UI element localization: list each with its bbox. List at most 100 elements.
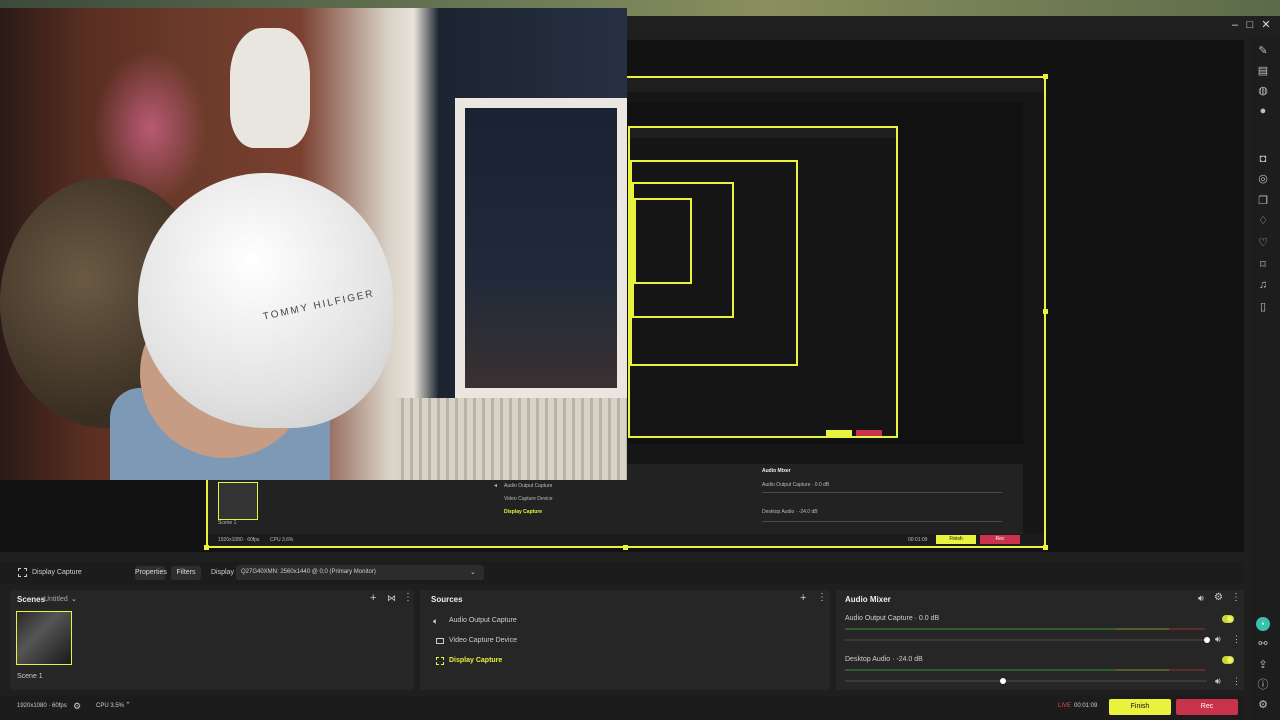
nested-finish: Finish <box>936 535 976 544</box>
mixer-channel-2-label: Desktop Audio · -24.0 dB <box>845 656 923 663</box>
copy-icon[interactable]: ❐ <box>1256 194 1270 208</box>
mixer-channel-1-knob[interactable] <box>1204 637 1210 643</box>
resize-handle-bl[interactable] <box>204 545 209 550</box>
resize-handle-tr[interactable] <box>1043 74 1048 79</box>
mixer-channel-2-meter <box>845 669 1205 671</box>
nested-mixer-item-2: Desktop Audio · -24.0 dB <box>762 509 818 515</box>
mixer-channel-1-meter <box>845 628 1205 630</box>
nested-mixer-title: Audio Mixer <box>762 468 791 474</box>
mixer-channel-1-toggle[interactable] <box>1222 615 1234 623</box>
chevron-up-icon[interactable]: ⌃ <box>125 701 131 709</box>
chat-icon[interactable]: ◍ <box>1256 84 1270 98</box>
chevron-down-icon: ⌄ <box>470 569 476 576</box>
minimize-button[interactable]: – <box>1228 18 1242 32</box>
mixer-channel-1-slider[interactable] <box>845 639 1207 641</box>
properties-button[interactable]: Properties <box>135 566 167 580</box>
scenes-title: Scenes <box>17 595 46 604</box>
theme-icon[interactable]: ♢ <box>1256 214 1270 228</box>
settings-gear-icon[interactable]: ⚙ <box>73 701 81 712</box>
source-item-video-capture[interactable]: Video Capture Device <box>449 637 517 644</box>
nested-rec: Rec <box>980 535 1020 544</box>
transition-icon[interactable]: ⋈ <box>387 593 396 604</box>
info-icon[interactable]: ⓘ <box>1256 678 1270 692</box>
nested-sidebar <box>1030 102 1042 442</box>
mixer-channel-2-menu-icon[interactable]: ⋮ <box>1232 676 1241 687</box>
sources-menu-icon[interactable]: ⋮ <box>817 592 827 603</box>
notification-icon[interactable]: ● <box>1256 104 1270 118</box>
nested-source-2: Video Capture Device <box>504 496 553 502</box>
scene-thumbnail[interactable] <box>16 611 72 665</box>
camera-shot-icon[interactable]: ◘ <box>1256 152 1270 166</box>
nested-canvas-4 <box>634 198 692 284</box>
nested-rec-1 <box>856 430 882 436</box>
battery-icon[interactable]: ▯ <box>1256 300 1270 314</box>
nested-source-3: Display Capture <box>504 509 543 515</box>
mixer-volume-icon[interactable]: 🔊︎ <box>1198 593 1204 604</box>
status-resolution: 1920x1080 · 60fps <box>17 703 67 709</box>
nested-source-1: Audio Output Capture <box>504 483 553 489</box>
resize-handle-b[interactable] <box>623 545 628 550</box>
network-icon[interactable]: ⚯ <box>1256 637 1270 651</box>
close-button[interactable]: ✕ <box>1259 18 1273 32</box>
rec-button[interactable]: Rec <box>1176 699 1238 715</box>
filters-button[interactable]: Filters <box>171 566 201 580</box>
cam-beanie <box>230 28 310 148</box>
maximize-button[interactable]: □ <box>1243 18 1257 32</box>
scene-label[interactable]: Scene 1 <box>17 673 43 680</box>
nested-mixer-item-1: Audio Output Capture · 0.0 dB <box>762 482 830 488</box>
nested-canvas-3 <box>632 182 734 318</box>
nested-timer: 00:01:09 <box>908 537 928 543</box>
mixer-channel-1-menu-icon[interactable]: ⋮ <box>1232 634 1241 645</box>
cam-radiator <box>395 398 627 480</box>
paintbrush-icon[interactable]: ✎ <box>1256 44 1270 58</box>
globe-icon[interactable]: ◎ <box>1256 172 1270 186</box>
nested-scene-label: Scene 1 <box>218 520 237 526</box>
mixer-channel-2-speaker-icon[interactable]: 🔊︎ <box>1215 676 1221 687</box>
nested-status-1 <box>630 428 896 438</box>
gear-icon[interactable]: ⚙ <box>1214 592 1223 603</box>
cam-window <box>455 98 627 398</box>
share-icon[interactable]: ⇪ <box>1256 658 1270 672</box>
nested-cpu: CPU 3.6% <box>270 537 294 543</box>
audio-mixer-title: Audio Mixer <box>845 595 891 604</box>
mixer-menu-icon[interactable]: ⋮ <box>1231 592 1241 603</box>
layout-icon[interactable]: ▤ <box>1256 64 1270 78</box>
finish-button[interactable]: Finish <box>1109 699 1171 715</box>
display-select-value: Q27G40XMN: 2560x1440 @ 0,0 (Primary Moni… <box>241 569 376 575</box>
nested-canvas-1 <box>628 126 898 438</box>
mixer-channel-2-toggle[interactable] <box>1222 656 1234 664</box>
chevron-down-icon[interactable]: ⌄ <box>71 595 77 603</box>
source-item-audio-output[interactable]: Audio Output Capture <box>449 617 517 624</box>
mixer-channel-1-label: Audio Output Capture · 0.0 dB <box>845 615 940 622</box>
display-icon <box>436 657 444 665</box>
source-item-display-capture[interactable]: Display Capture <box>449 657 502 664</box>
tag-icon[interactable]: ⌑ <box>1256 258 1270 272</box>
music-icon[interactable]: ♫ <box>1256 278 1270 292</box>
resize-handle-r[interactable] <box>1043 309 1048 314</box>
camera-icon <box>436 638 444 644</box>
scenes-menu-icon[interactable]: ⋮ <box>403 592 413 603</box>
mixer-channel-2-knob[interactable] <box>1000 678 1006 684</box>
display-select[interactable]: Q27G40XMN: 2560x1440 @ 0,0 (Primary Moni… <box>236 565 484 580</box>
webcam-feed[interactable]: TOMMY HILFIGER <box>0 8 627 480</box>
nested-titlebar-1 <box>630 128 896 138</box>
app-logo-icon[interactable]: ● <box>1256 617 1270 631</box>
context-source-name: Display Capture <box>32 569 82 576</box>
stream-timer: 00:01:09 <box>1074 703 1098 709</box>
nested-speaker-icon: ◂ <box>494 483 498 489</box>
display-label: Display <box>211 569 234 576</box>
mixer-channel-1-speaker-icon[interactable]: 🔊︎ <box>1215 634 1221 645</box>
nested-canvas-2 <box>630 160 798 366</box>
status-cpu: CPU 3.5% <box>96 703 125 709</box>
scene-collection-select[interactable]: Untitled <box>44 596 68 603</box>
display-capture-icon <box>18 568 27 577</box>
add-source-icon[interactable]: + <box>800 592 806 604</box>
nested-track-1 <box>762 492 1002 493</box>
live-indicator: LIVE <box>1058 703 1072 709</box>
resize-handle-br[interactable] <box>1043 545 1048 550</box>
sidebar-settings-icon[interactable]: ⚙ <box>1256 698 1270 712</box>
heart-icon[interactable]: ♡ <box>1256 236 1270 250</box>
nested-track-2 <box>762 521 1002 522</box>
add-scene-icon[interactable]: + <box>370 592 376 604</box>
mixer-channel-2-slider[interactable] <box>845 680 1207 682</box>
